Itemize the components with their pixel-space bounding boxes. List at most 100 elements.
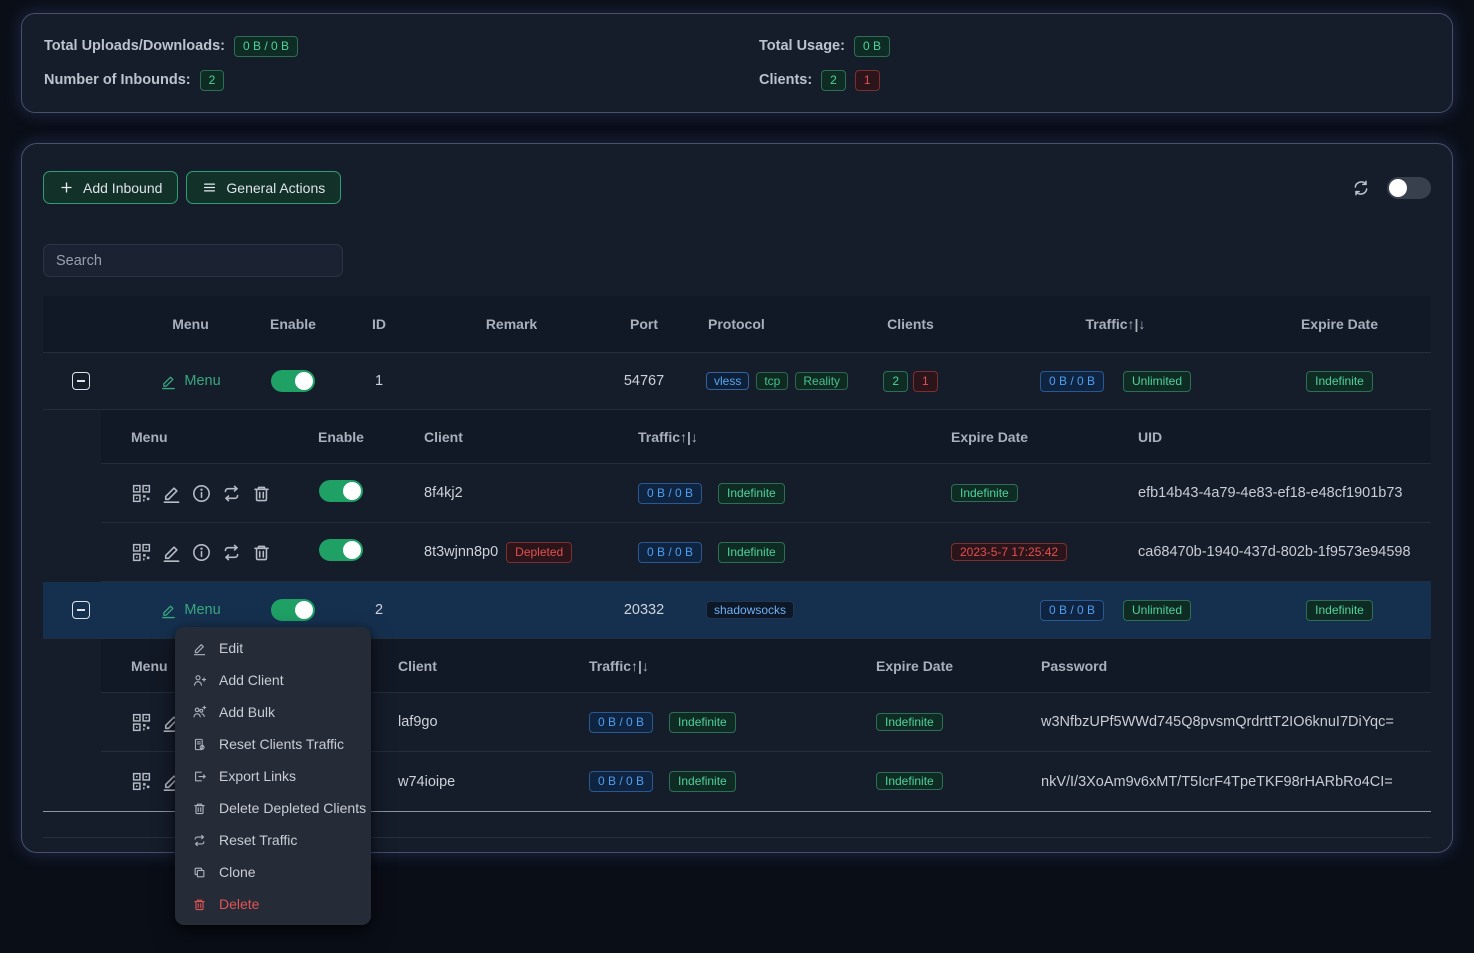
client-name: 8t3wjnn8p0 [424, 544, 498, 560]
client-password: w3NfbzUPf5WWd745Q8pvsmQrdrttT2IO6knuI7Di… [1031, 714, 1431, 730]
client-traffic: 0 B / 0 B Indefinite [621, 542, 891, 563]
client-row: 8t3wjnn8p0 Depleted 0 B / 0 B Indefinite… [101, 523, 1431, 582]
protocol-tag: tcp [756, 372, 788, 390]
collapse-row-button[interactable] [72, 601, 90, 619]
stat-inbounds-badge: 2 [200, 70, 225, 91]
stats-card: Total Uploads/Downloads: 0 B / 0 B Total… [21, 13, 1453, 113]
info-icon[interactable] [191, 483, 212, 504]
stat-clients-active-badge: 2 [821, 70, 846, 91]
menu-item-delete[interactable]: Delete [175, 888, 371, 920]
inbound-2-id: 2 [343, 602, 415, 618]
client-enable-toggle[interactable] [319, 480, 363, 502]
client-uid: ca68470b-1940-437d-802b-1f9573e94598 [1111, 544, 1431, 560]
menu-item-export-links[interactable]: Export Links [175, 760, 371, 792]
general-actions-label: General Actions [226, 180, 325, 196]
inbound-1-enable-toggle[interactable] [271, 370, 315, 392]
inbound-1-menu-label: Menu [184, 373, 220, 389]
ccol-header-expire: Expire Date [891, 429, 1111, 445]
col-header-protocol: Protocol [680, 316, 838, 332]
menu-item-edit[interactable]: Edit [175, 632, 371, 664]
traffic-badge: 0 B / 0 B [1040, 371, 1104, 392]
qr-code-icon[interactable] [131, 712, 152, 733]
edit-pencil-icon [160, 373, 177, 390]
general-actions-button[interactable]: General Actions [186, 171, 341, 204]
qr-code-icon[interactable] [131, 771, 152, 792]
ccol-header-enable: Enable [291, 429, 391, 445]
ccol-header-expire: Expire Date [871, 658, 1031, 674]
stat-usage-label: Total Usage: [759, 38, 845, 54]
ccol-header-traffic-sort[interactable]: Traffic↑|↓ [621, 429, 891, 445]
add-inbound-label: Add Inbound [83, 180, 162, 196]
client-actions [101, 542, 291, 563]
refresh-icon[interactable] [1351, 178, 1371, 198]
delete-client-icon[interactable] [251, 483, 272, 504]
client-traffic: 0 B / 0 B Indefinite [581, 771, 871, 792]
delete-depleted-clients-icon [192, 801, 207, 816]
protocol-tag: vless [706, 372, 749, 390]
auto-refresh-toggle[interactable] [1387, 177, 1431, 199]
search-input[interactable] [43, 244, 343, 277]
stat-number-of-inbounds: Number of Inbounds: 2 [22, 68, 737, 92]
traffic-limit-badge: Indefinite [669, 712, 736, 733]
menu-item-add-bulk[interactable]: Add Bulk [175, 696, 371, 728]
ccol-header-client: Client [391, 429, 621, 445]
toggle-knob [1389, 179, 1407, 197]
menu-item-clone[interactable]: Clone [175, 856, 371, 888]
client-name: laf9go [398, 714, 438, 730]
protocol-tag: shadowsocks [706, 601, 794, 619]
plus-icon [59, 180, 74, 195]
traffic-limit-badge: Indefinite [718, 542, 785, 563]
toolbar: Add Inbound General Actions [43, 144, 1431, 204]
client-password: nkV/I/3XoAm9v6xMT/T5IcrF4TpeTKF98rHARbRo… [1031, 774, 1431, 790]
edit-client-icon[interactable] [161, 542, 182, 563]
inbound-2-menu-button[interactable]: Menu [138, 602, 243, 619]
client-name: 8f4kj2 [424, 485, 463, 501]
info-icon[interactable] [191, 542, 212, 563]
col-header-enable: Enable [243, 316, 343, 332]
delete-icon [192, 897, 207, 912]
client-enable-toggle[interactable] [319, 539, 363, 561]
traffic-badge: 0 B / 0 B [1040, 600, 1104, 621]
stat-inbounds-label: Number of Inbounds: [44, 72, 191, 88]
add-inbound-button[interactable]: Add Inbound [43, 171, 178, 204]
menu-item-delete-depleted-clients[interactable]: Delete Depleted Clients [175, 792, 371, 824]
depleted-badge: Depleted [506, 542, 572, 563]
inbound-2-enable-toggle[interactable] [271, 599, 315, 621]
col-header-port: Port [608, 316, 680, 332]
menu-item-reset-clients-traffic[interactable]: Reset Clients Traffic [175, 728, 371, 760]
edit-client-icon[interactable] [161, 483, 182, 504]
menu-item-reset-traffic[interactable]: Reset Traffic [175, 824, 371, 856]
col-header-traffic-sort[interactable]: Traffic↑|↓ [983, 316, 1248, 332]
delete-client-icon[interactable] [251, 542, 272, 563]
ccol-header-menu: Menu [101, 429, 291, 445]
traffic-limit-badge: Indefinite [718, 483, 785, 504]
stat-total-uploads-downloads: Total Uploads/Downloads: 0 B / 0 B [22, 34, 737, 58]
inbound-1-id: 1 [343, 373, 415, 389]
ccol-header-password: Password [1031, 658, 1431, 674]
client-traffic: 0 B / 0 B Indefinite [581, 712, 871, 733]
traffic-badge: 0 B / 0 B [638, 483, 702, 504]
add-client-icon [192, 673, 207, 688]
qr-code-icon[interactable] [131, 542, 152, 563]
clone-icon [192, 865, 207, 880]
qr-code-icon[interactable] [131, 483, 152, 504]
inbound-2-port: 20332 [608, 602, 680, 618]
stat-total-usage: Total Usage: 0 B [737, 34, 1452, 58]
client-row: 8f4kj2 0 B / 0 B Indefinite Indefinite e… [101, 464, 1431, 523]
collapse-row-button[interactable] [72, 372, 90, 390]
col-header-clients: Clients [838, 316, 983, 332]
clients-depleted-badge: 1 [913, 371, 938, 392]
inbound-2-protocol-tags: shadowsocks [680, 601, 838, 619]
inbound-1-menu-button[interactable]: Menu [138, 373, 243, 390]
ccol-header-client: Client [391, 658, 581, 674]
reset-traffic-icon [192, 833, 207, 848]
reset-traffic-icon[interactable] [221, 483, 242, 504]
menu-item-add-client[interactable]: Add Client [175, 664, 371, 696]
inbound-2-menu-label: Menu [184, 602, 220, 618]
col-header-menu: Menu [138, 316, 243, 332]
col-header-id: ID [343, 316, 415, 332]
inbound-row-1: Menu 1 54767 vless tcp Reality 2 1 0 B /… [43, 353, 1431, 410]
ccol-header-traffic-sort[interactable]: Traffic↑|↓ [581, 658, 871, 674]
client-table-1-header: Menu Enable Client Traffic↑|↓ Expire Dat… [101, 410, 1431, 464]
reset-traffic-icon[interactable] [221, 542, 242, 563]
